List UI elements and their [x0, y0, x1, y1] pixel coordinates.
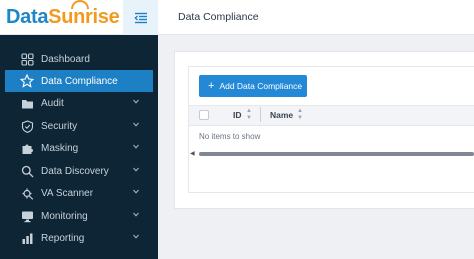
sidebar-item-label: Data Discovery [41, 165, 109, 177]
chevron-down-icon [133, 167, 139, 172]
scroll-left-arrow-icon[interactable]: ◀ [190, 150, 195, 157]
add-button-label: Add Data Compliance [219, 81, 303, 91]
logo-text-sunrise: Sunrise [48, 0, 120, 28]
table-header [189, 105, 474, 126]
sidebar-item-monitoring[interactable]: Monitoring [5, 205, 153, 227]
sidebar-item-label: Audit [41, 97, 64, 109]
sidebar: Dashboard Data Compliance Audit Security [0, 35, 158, 259]
plus-icon: + [208, 79, 215, 92]
chevron-down-icon [133, 99, 139, 104]
logo-sun-arc [71, 0, 90, 9]
chevron-down-icon [133, 212, 139, 217]
sidebar-toggle-button[interactable] [123, 0, 158, 35]
sidebar-item-label: Masking [41, 142, 79, 154]
chart-icon [20, 231, 34, 245]
sidebar-item-label: Monitoring [41, 210, 88, 222]
sidebar-item-reporting[interactable]: Reporting [5, 227, 153, 249]
puzzle-icon [20, 141, 34, 155]
shield-icon [20, 119, 34, 133]
sidebar-item-label: VA Scanner [41, 187, 94, 199]
sidebar-item-label: Security [41, 120, 78, 132]
datasunrise-logo[interactable]: Data Sunrise [0, 0, 123, 35]
grid-icon [20, 52, 34, 66]
magnifier-icon [20, 164, 34, 178]
chevron-down-icon [133, 122, 139, 127]
column-header-id[interactable]: ID [233, 105, 242, 126]
chevron-down-icon [133, 144, 139, 149]
sidebar-item-label: Dashboard [41, 53, 90, 65]
column-divider[interactable] [260, 107, 261, 122]
logo-text-data: Data [6, 6, 49, 28]
sort-icon[interactable]: ▲ ▼ [246, 108, 252, 122]
add-data-compliance-button[interactable]: + Add Data Compliance [199, 75, 307, 97]
sidebar-item-va-scanner[interactable]: VA Scanner [5, 182, 153, 204]
chevron-down-icon [133, 189, 139, 194]
sidebar-item-audit[interactable]: Audit [5, 92, 153, 114]
page-title: Data Compliance [178, 11, 259, 23]
horizontal-scrollbar[interactable] [199, 152, 474, 156]
sidebar-item-data-compliance[interactable]: Data Compliance [5, 70, 153, 92]
folder-icon [20, 96, 34, 110]
sort-icon[interactable]: ▲ ▼ [297, 108, 303, 122]
column-header-name[interactable]: Name [270, 105, 293, 126]
select-all-checkbox[interactable] [199, 110, 209, 120]
sidebar-item-dashboard[interactable]: Dashboard [5, 48, 153, 70]
scanner-icon [20, 186, 34, 200]
menu-collapse-icon [133, 12, 147, 23]
monitor-icon [20, 209, 34, 223]
sidebar-item-data-discovery[interactable]: Data Discovery [5, 160, 153, 182]
top-bar: Data Sunrise Data Compliance [0, 0, 474, 35]
sidebar-item-masking[interactable]: Masking [5, 137, 153, 159]
empty-table-message: No items to show [199, 132, 261, 141]
sidebar-item-label: Reporting [41, 232, 85, 244]
sidebar-item-security[interactable]: Security [5, 115, 153, 137]
star-icon [20, 74, 34, 88]
sidebar-item-label: Data Compliance [41, 75, 118, 87]
chevron-down-icon [133, 234, 139, 239]
